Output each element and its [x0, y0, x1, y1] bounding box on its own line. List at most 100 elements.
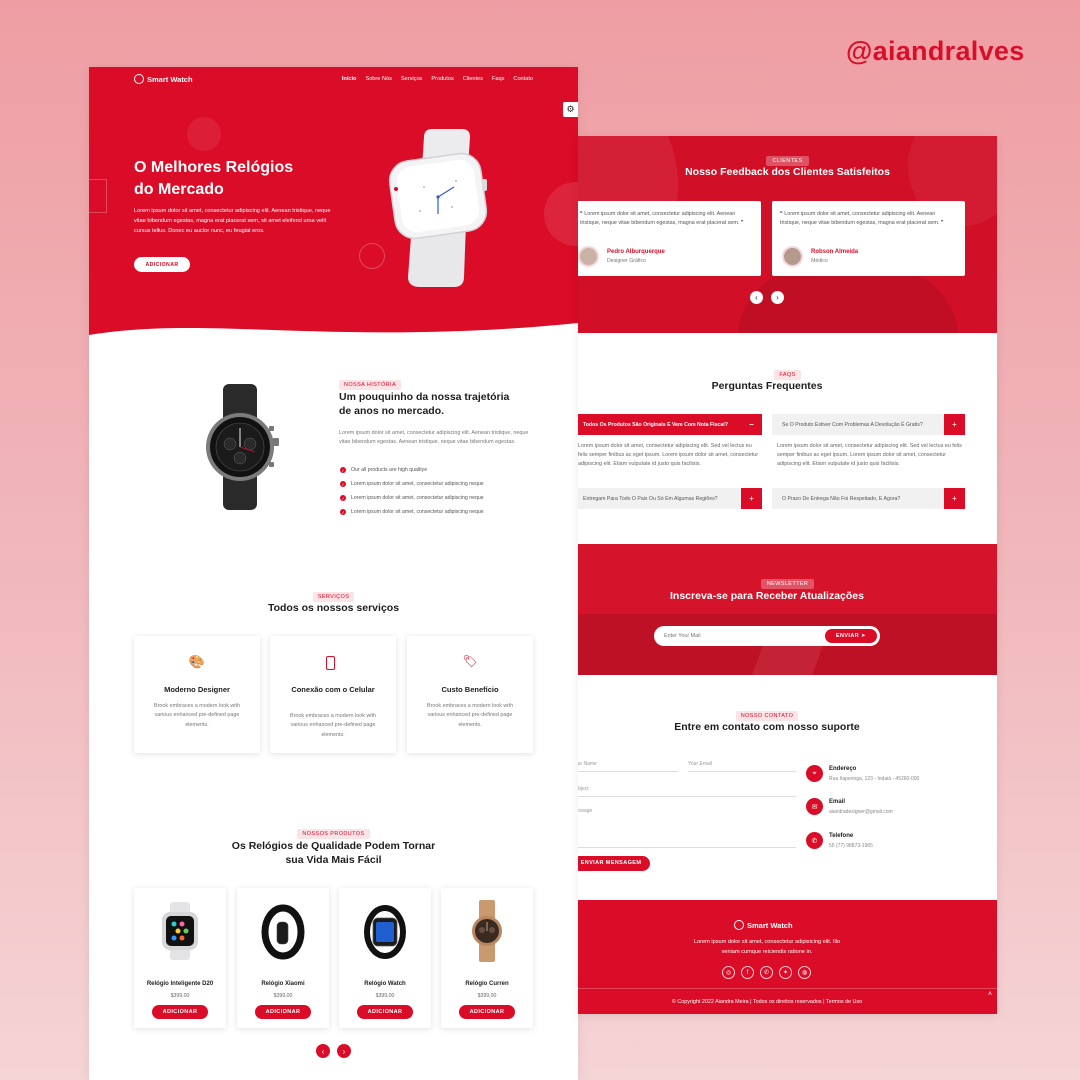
clock-icon — [734, 920, 744, 930]
clients-next-arrow-icon[interactable]: › — [771, 291, 784, 304]
feature-item: ✓ Our all products are high qualitye — [340, 467, 428, 473]
contact-send-button[interactable]: ENVIAR MENSAGEM — [578, 856, 650, 871]
product-image-apple-watch — [162, 902, 198, 960]
service-card: 🏷 Custo Benefício Brook embraces a moder… — [407, 636, 533, 753]
about-title: Um pouquinho da nossa trajetória de anos… — [339, 391, 510, 418]
faq-question[interactable]: Entregam Para Todo O Pais Ou Só Em Algum… — [578, 488, 762, 509]
about-tag: NOSSA HISTÓRIA — [339, 380, 402, 390]
contact-name-field[interactable]: Your Name — [578, 761, 678, 772]
landing-page-left: O Melhores Relógios do Mercado Lorem ips… — [89, 67, 578, 1080]
add-to-cart-button[interactable]: ADICIONAR — [459, 1005, 515, 1019]
hero-add-button[interactable]: ADICIONAR — [134, 257, 190, 272]
faq-answer: Lorem ipsum dolor sit amet, consectetur … — [777, 443, 962, 467]
faq-question-open[interactable]: Todos Os Produtos São Originais E Vem Co… — [578, 414, 762, 435]
product-image-watch — [364, 905, 406, 959]
services-tag: SERVIÇOS — [312, 592, 355, 602]
nav-servicos[interactable]: Serviços — [401, 76, 422, 82]
testimonial-card: “ Lorem ipsum dolor sit amet, consectetu… — [578, 201, 761, 276]
dribbble-icon[interactable]: ◍ — [798, 966, 811, 979]
product-card: Relógio Xiaomi $399,00 ADICIONAR — [237, 888, 329, 1028]
palette-icon: 🎨 — [188, 654, 206, 669]
footer-brand-logo[interactable]: Smart Watch — [734, 920, 793, 930]
products-prev-arrow-icon[interactable]: ‹ — [316, 1044, 330, 1058]
nav-faqs[interactable]: Faqs — [492, 76, 504, 82]
newsletter-title: Inscreva-se para Receber Atualizações — [670, 590, 864, 602]
clock-icon — [134, 74, 144, 84]
decor-square — [89, 179, 107, 213]
brand-logo[interactable]: Smart Watch — [134, 74, 193, 84]
about-feature-list: ✓ Our all products are high qualitye ✓ Lor… — [340, 467, 484, 523]
newsletter-email-input[interactable] — [664, 630, 814, 642]
quote-close-icon: ” — [739, 219, 744, 226]
plus-icon[interactable]: + — [944, 414, 965, 435]
faq-question[interactable]: Se O Produto Estiver Com Problemas A Dev… — [772, 414, 965, 435]
decor-circle — [187, 117, 221, 151]
clients-title: Nosso Feedback dos Clientes Satisfeitos — [685, 166, 890, 178]
smartwatch-image — [388, 129, 488, 287]
check-icon: ✓ — [340, 467, 346, 473]
contact-email-field[interactable]: Your Email — [688, 761, 796, 772]
add-to-cart-button[interactable]: ADICIONAR — [152, 1005, 208, 1019]
hero-text: Lorem ipsum dolor sit amet, consectetur … — [134, 208, 331, 234]
facebook-icon[interactable]: f — [741, 966, 754, 979]
nav-produtos[interactable]: Produtos — [431, 76, 453, 82]
site-header: Smart Watch Início Sobre Nós Serviços Pr… — [89, 67, 578, 91]
minus-icon[interactable]: – — [741, 414, 762, 435]
phone-icon: ✆ — [806, 832, 823, 849]
contact-title: Entre em contato com nosso suporte — [674, 721, 860, 733]
newsletter-tag: NEWSLETTER — [760, 579, 815, 589]
product-card: Relógio Watch $399,00 ADICIONAR — [339, 888, 431, 1028]
nav-contato[interactable]: Contato — [513, 76, 533, 82]
faqs-title: Perguntas Frequentes — [711, 380, 823, 392]
feature-item: ✓ Lorem ipsum dolor sit amet, consectetur… — [340, 509, 484, 515]
faq-question[interactable]: O Prazo De Entrega Não Foi Respeitado, E… — [772, 488, 965, 509]
newsletter-send-button[interactable]: ENVIAR ➤ — [825, 629, 877, 643]
instagram-icon[interactable]: ◎ — [722, 966, 735, 979]
hero-title: O Melhores Relógios do Mercado — [134, 159, 294, 198]
location-icon: ⌖ — [806, 765, 823, 782]
decor-circle — [359, 243, 385, 269]
nav-clientes[interactable]: Clientes — [463, 76, 483, 82]
clients-prev-arrow-icon[interactable]: ‹ — [750, 291, 763, 304]
check-icon: ✓ — [340, 481, 346, 487]
footer-text: Lorem ipsum dolor sit amet, consectetur … — [693, 939, 841, 955]
faqs-tag: FAQS — [774, 370, 801, 380]
footer-copyright: © Copyright 2022 Aiandra Meira | Todos o… — [671, 999, 863, 1005]
settings-gear-icon[interactable]: ⚙ — [563, 102, 578, 117]
newsletter-section: NEWSLETTER Inscreva-se para Receber Atua… — [578, 544, 997, 675]
avatar — [578, 246, 599, 267]
services-title: Todos os nossos serviços — [267, 602, 400, 614]
author-handle: @aiandralves — [846, 36, 1025, 66]
nav-inicio[interactable]: Início — [342, 76, 357, 82]
testimonial-card: “ Lorem ipsum dolor sit amet, consectetu… — [772, 201, 965, 276]
main-nav: Início Sobre Nós Serviços Produtos Clien… — [342, 76, 533, 82]
products-next-arrow-icon[interactable]: › — [337, 1044, 351, 1058]
twitter-icon[interactable]: ✦ — [779, 966, 792, 979]
add-to-cart-button[interactable]: ADICIONAR — [255, 1005, 311, 1019]
product-image-xiaomi-band — [261, 904, 305, 960]
nav-sobre[interactable]: Sobre Nós — [365, 76, 391, 82]
avatar — [782, 246, 803, 267]
contact-message-field[interactable]: Message — [578, 808, 796, 848]
feature-item: ✓ Lorem ipsum dolor sit amet, consectetur… — [340, 495, 484, 501]
faq-answer: Lorem ipsum dolor sit amet, consectetur … — [578, 443, 759, 467]
contact-subject-field[interactable]: Subject — [578, 786, 796, 797]
product-card: Relógio Inteligente D20 $399,00 ADICIONA… — [134, 888, 226, 1028]
add-to-cart-button[interactable]: ADICIONAR — [357, 1005, 413, 1019]
plus-icon[interactable]: + — [741, 488, 762, 509]
service-card: 🎨 Moderno Designer Brook embraces a mode… — [134, 636, 260, 753]
quote-close-icon: ” — [939, 219, 944, 226]
social-links: ◎ f ✆ ✦ ◍ — [722, 966, 811, 979]
site-footer: Smart Watch Lorem ipsum dolor sit amet, … — [578, 900, 997, 1014]
whatsapp-icon[interactable]: ✆ — [760, 966, 773, 979]
plus-icon[interactable]: + — [944, 488, 965, 509]
decor-circle — [544, 182, 578, 246]
email-icon: ✉ — [806, 798, 823, 815]
service-card: Conexão com o Celular Brook embraces a m… — [270, 636, 396, 753]
contact-tag: NOSSO CONTATO — [735, 711, 799, 721]
check-icon: ✓ — [340, 509, 346, 515]
send-icon: ➤ — [861, 633, 867, 639]
products-tag: NOSSOS PRODUTOS — [297, 829, 370, 839]
scroll-top-icon[interactable]: ˄ — [988, 991, 992, 998]
hero-section: O Melhores Relógios do Mercado Lorem ips… — [89, 67, 578, 347]
